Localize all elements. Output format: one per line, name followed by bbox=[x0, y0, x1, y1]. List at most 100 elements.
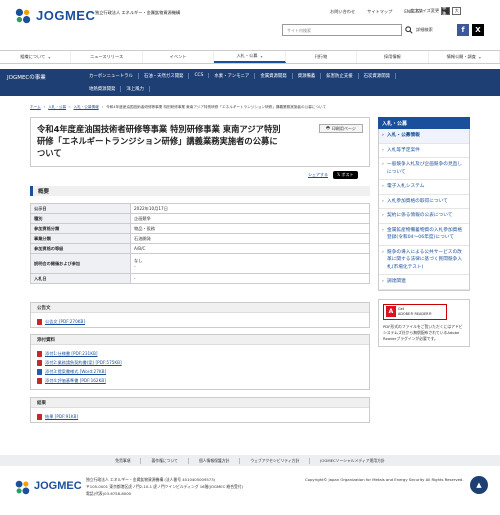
footer-link-accessibility[interactable]: ウェブアクセシビリティ方針 bbox=[240, 457, 311, 464]
sitemap-link[interactable]: サイトマップ bbox=[367, 9, 392, 15]
share-link[interactable]: シェアする bbox=[308, 172, 328, 178]
footer-logo-text[interactable]: JOGMEC bbox=[34, 480, 82, 492]
gnav-item-recruit[interactable]: 採用情報 bbox=[357, 51, 429, 63]
gnav-item-news[interactable]: ニュースリリース bbox=[71, 51, 143, 63]
adobe-reader-badge[interactable]: A Get ADOBE® READER® bbox=[383, 303, 447, 320]
doc-link-text[interactable]: 添付1:仕様書 [PDF:231KB] bbox=[45, 351, 97, 357]
doc-link-text[interactable]: 添付3:提案書様式 [Word:27KB] bbox=[45, 369, 106, 375]
logo-text[interactable]: JOGMEC bbox=[36, 8, 95, 23]
gnav-item-bidding[interactable]: 入札・公募 ▾ bbox=[214, 51, 286, 63]
attachments-heading: 添付資料 bbox=[31, 335, 369, 345]
sidebar-item-contract-info[interactable]: 契約に係る情報の公表について bbox=[379, 209, 469, 224]
font-size-label: 文字サイズ変更 bbox=[410, 8, 440, 13]
search-input[interactable]: サイト内検索 bbox=[282, 24, 402, 36]
breadcrumb: ホーム › 入札・公募 › 入札・公募情報 › 令和4年度産油国技術者研修等事業 特別… bbox=[30, 105, 326, 110]
x-post-button[interactable]: 𝕏 ポスト bbox=[333, 171, 358, 179]
breadcrumb-separator: › bbox=[43, 105, 46, 109]
subnav-title[interactable]: JOGMECの事業 bbox=[7, 73, 46, 81]
sidebar-item-metal-stockpile[interactable]: 金属鉱産物備蓄物資の入札参加資格登録(令和04～06年度)について bbox=[379, 224, 469, 246]
x-icon[interactable]: X bbox=[472, 24, 484, 36]
main-content: 令和4年度産油国技術者研修等事業 特別研修事業 東南アジア特別研修「エネルギート… bbox=[30, 117, 370, 167]
jogmec-logo-icon[interactable] bbox=[14, 479, 31, 496]
breadcrumb-home[interactable]: ホーム bbox=[30, 105, 41, 110]
subnav-item-ccs[interactable]: CCS bbox=[189, 73, 210, 78]
footer-link-social-policy[interactable]: JOGMECソーシャルメディア運用方針 bbox=[310, 458, 394, 464]
footer-address: 独立行政法人 エネルギー・金属鉱物資源機構 (法人番号 401040500957… bbox=[86, 476, 243, 497]
footer-link-privacy[interactable]: 個人情報保護方針 bbox=[189, 457, 241, 464]
doc-link-evaluation[interactable]: 添付4:評価基準書 [PDF:162KB] bbox=[37, 376, 363, 385]
table-row: 事業分類 石油開発 bbox=[30, 233, 370, 244]
row-value: A/B/C bbox=[130, 243, 370, 254]
adobe-note: PDF形式のファイルをご覧いただくにはアドビシステムズ社から無償配布されているA… bbox=[383, 323, 463, 341]
facebook-icon[interactable]: f bbox=[457, 24, 469, 36]
breadcrumb-separator: › bbox=[101, 105, 104, 109]
result-section: 結果 結果 [PDF:91KB] bbox=[30, 397, 370, 423]
sidebar-item-review[interactable]: 一般競争入札及び企画競争の見直しについて bbox=[379, 158, 469, 180]
font-size-normal-button[interactable]: 標準 bbox=[441, 5, 451, 16]
jogmec-logo-icon[interactable] bbox=[14, 7, 32, 25]
row-value-line: - bbox=[134, 264, 136, 269]
doc-link-text[interactable]: 添付2:業務請負契約書(案) [PDF:575KB] bbox=[45, 360, 122, 366]
subnav-row: カーボンニュートラル 石油・天然ガス開発 CCS 水素・アンモニア 金属資源開発… bbox=[84, 69, 500, 82]
search-button[interactable] bbox=[403, 24, 414, 36]
row-value: - bbox=[130, 273, 370, 284]
subnav-item-geothermal[interactable]: 地熱資源開発 bbox=[84, 85, 122, 92]
table-row: 説明会の開催および参加 なし - bbox=[30, 253, 370, 274]
doc-link-notice[interactable]: 公告文 [PDF:270KB] bbox=[37, 317, 363, 326]
subnav-item-offshore-wind[interactable]: 洋上風力 bbox=[121, 85, 150, 92]
breadcrumb-bidding[interactable]: 入札・公募 bbox=[48, 105, 66, 110]
doc-link-text[interactable]: 結果 [PDF:91KB] bbox=[45, 414, 78, 420]
subnav-item-mine-pollution[interactable]: 鉱害防止支援 bbox=[321, 72, 359, 79]
chevron-down-icon: ▾ bbox=[48, 54, 51, 60]
footer-link-disclaimer[interactable]: 免責事項 bbox=[105, 457, 142, 464]
gnav-label: 情報公開・調査 bbox=[446, 54, 476, 59]
gnav-item-publications[interactable]: 刊行物 bbox=[286, 51, 358, 63]
pdf-icon bbox=[37, 413, 42, 420]
print-button[interactable]: 🖶 印刷用ページ bbox=[319, 124, 363, 133]
printer-icon: 🖶 bbox=[326, 125, 330, 130]
sidebar-item-scheduled[interactable]: 入札等予定案件 bbox=[379, 144, 469, 158]
gnav-item-disclosure[interactable]: 情報公開・調査 ▾ bbox=[429, 51, 500, 63]
subnav-item-coal[interactable]: 石炭資源開発 bbox=[359, 72, 396, 79]
doc-link-text[interactable]: 添付4:評価基準書 [PDF:162KB] bbox=[45, 378, 106, 384]
sidebar-item-e-bidding[interactable]: 電子入札システム bbox=[379, 180, 469, 195]
sidebar-item-market-test[interactable]: 競争の導入による公共サービスの改革に関する法律に基づく民間競争入札(市場化テスト… bbox=[379, 246, 469, 275]
gnav-label: ニュースリリース bbox=[90, 54, 124, 59]
gnav-item-events[interactable]: イベント bbox=[143, 51, 215, 63]
doc-link-result[interactable]: 結果 [PDF:91KB] bbox=[37, 412, 363, 421]
doc-link-text[interactable]: 公告文 [PDF:270KB] bbox=[45, 319, 85, 325]
page-top-button[interactable]: ▲ bbox=[470, 476, 488, 494]
font-size-large-button[interactable]: 大 bbox=[452, 7, 462, 15]
subnav-item-stockpile[interactable]: 資源備蓄 bbox=[293, 72, 322, 79]
site-header: JOGMEC 独立行政法人 エネルギー・金属鉱物資源機構 お問い合わせ サイトマ… bbox=[0, 0, 500, 45]
sidebar-item-bidding-info[interactable]: 入札・公募情報 bbox=[379, 129, 469, 144]
org-name: 独立行政法人 エネルギー・金属鉱物資源機構 bbox=[95, 10, 181, 15]
subnav-item-metals[interactable]: 金属資源開発 bbox=[255, 72, 293, 79]
subnav-item-oil-gas[interactable]: 石油・天然ガス開発 bbox=[139, 72, 190, 79]
word-icon bbox=[37, 368, 42, 375]
sidebar-item-qualification[interactable]: 入札参加資格の取得について bbox=[379, 195, 469, 209]
site-footer: JOGMEC 独立行政法人 エネルギー・金属鉱物資源機構 (法人番号 40104… bbox=[0, 468, 500, 515]
page-title: 令和4年度産油国技術者研修等事業 特別研修事業 東南アジア特別研修「エネルギート… bbox=[37, 124, 281, 158]
sidebar-heading[interactable]: 入札・公募 bbox=[378, 117, 470, 129]
subnav-row: 地熱資源開発 洋上風力 bbox=[84, 82, 500, 95]
doc-link-proposal-form[interactable]: 添付3:提案書様式 [Word:27KB] bbox=[37, 367, 363, 376]
detail-search-link[interactable]: 詳細検索 bbox=[416, 27, 433, 33]
subnav-item-hydrogen[interactable]: 水素・アンモニア bbox=[209, 72, 256, 79]
adobe-icon: A bbox=[386, 306, 396, 317]
doc-link-spec[interactable]: 添付1:仕様書 [PDF:231KB] bbox=[37, 349, 363, 358]
attachments-section: 添付資料 添付1:仕様書 [PDF:231KB] 添付2:業務請負契約書(案) … bbox=[30, 334, 370, 390]
row-label: 説明会の開催および参加 bbox=[30, 253, 131, 274]
chevron-down-icon: ▾ bbox=[478, 54, 481, 60]
subnav-item-carbon-neutral[interactable]: カーボンニュートラル bbox=[84, 72, 139, 79]
footer-link-copyright[interactable]: 著作権について bbox=[141, 457, 189, 464]
breadcrumb-bidding-info[interactable]: 入札・公募情報 bbox=[74, 105, 99, 110]
title-box: 令和4年度産油国技術者研修等事業 特別研修事業 東南アジア特別研修「エネルギート… bbox=[30, 117, 370, 167]
contact-link[interactable]: お問い合わせ bbox=[330, 9, 355, 15]
row-label: 事業分類 bbox=[30, 233, 131, 244]
gnav-item-about[interactable]: 組織について ▾ bbox=[0, 51, 72, 63]
breadcrumb-separator: › bbox=[69, 105, 71, 109]
sidebar-item-procurement[interactable]: 調達関連 bbox=[379, 275, 469, 290]
doc-link-contract[interactable]: 添付2:業務請負契約書(案) [PDF:575KB] bbox=[37, 358, 363, 367]
pdf-icon bbox=[37, 377, 42, 384]
